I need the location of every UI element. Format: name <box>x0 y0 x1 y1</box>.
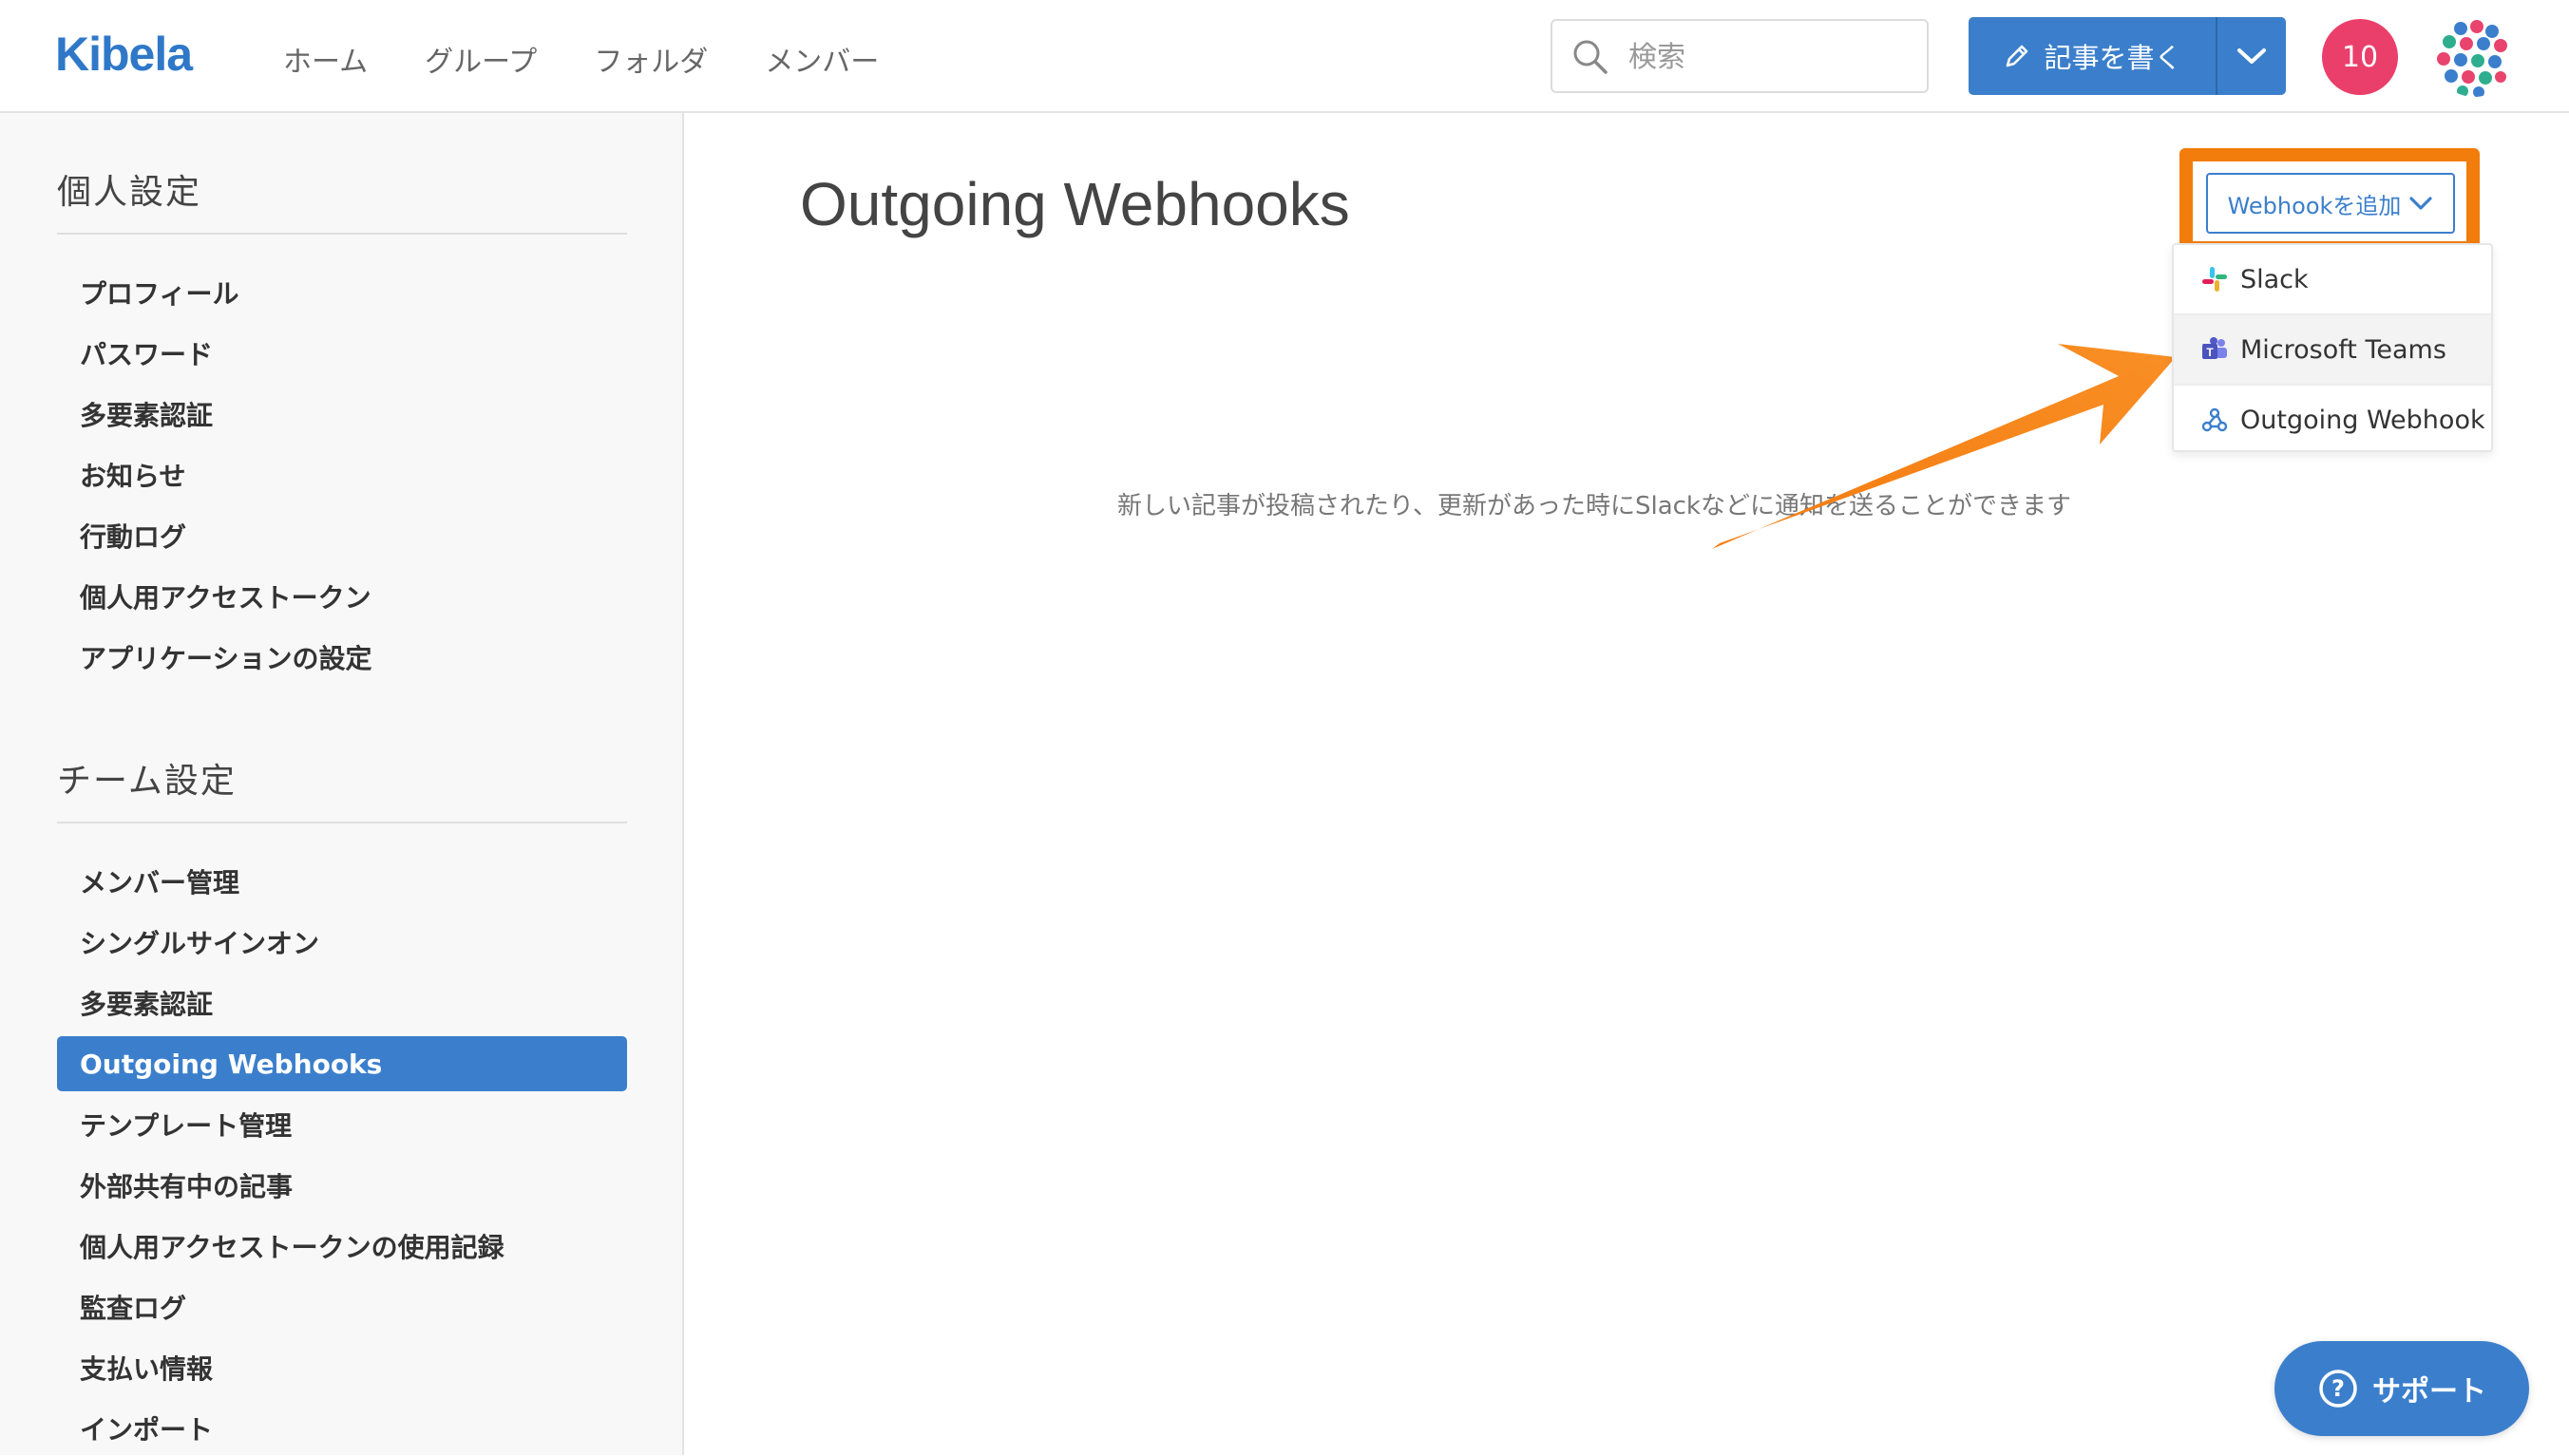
team-avatar-icon <box>2434 17 2514 97</box>
microsoft-teams-icon: T <box>2202 337 2227 359</box>
sidebar-item-app-settings[interactable]: アプリケーションの設定 <box>57 630 627 685</box>
sidebar-item-access-tokens[interactable]: 個人用アクセストークン <box>57 569 627 624</box>
write-article-button[interactable]: 記事を書く <box>1969 17 2216 95</box>
svg-text:T: T <box>2206 346 2214 359</box>
dropdown-item-label: Slack <box>2240 264 2309 294</box>
sidebar-item-import[interactable]: インポート <box>57 1401 627 1456</box>
sidebar-item-activity-log[interactable]: 行動ログ <box>57 508 627 563</box>
dropdown-item-label: Outgoing Webhook <box>2240 405 2485 435</box>
search-icon <box>1573 40 1608 74</box>
write-article-label: 記事を書く <box>2044 42 2182 74</box>
chevron-down-icon <box>2409 197 2433 210</box>
svg-text:?: ? <box>2331 1375 2345 1402</box>
webhook-icon <box>2201 407 2228 432</box>
dropdown-item-outgoing-webhook[interactable]: Outgoing Webhook <box>2174 386 2491 454</box>
search-input[interactable] <box>1627 34 1915 80</box>
page-title: Outgoing Webhooks <box>800 170 1350 238</box>
nav-members[interactable]: メンバー <box>765 38 879 80</box>
support-button[interactable]: ? サポート <box>2274 1341 2529 1436</box>
add-webhook-button[interactable]: Webhookを追加 <box>2206 173 2455 234</box>
nav-folders[interactable]: フォルダ <box>594 38 708 80</box>
nav-groups[interactable]: グループ <box>425 38 537 80</box>
sidebar-item-password[interactable]: パスワード <box>57 326 627 381</box>
write-options-toggle[interactable] <box>2216 17 2286 95</box>
main-nav: ホーム グループ フォルダ メンバー <box>283 38 879 80</box>
sidebar-item-personal-mfa[interactable]: 多要素認証 <box>57 387 627 442</box>
avatar[interactable] <box>2434 17 2514 97</box>
dropdown-item-slack[interactable]: Slack <box>2174 245 2491 313</box>
sidebar-item-member-management[interactable]: メンバー管理 <box>57 854 627 909</box>
pencil-icon <box>2007 45 2028 67</box>
sidebar-item-templates[interactable]: テンプレート管理 <box>57 1097 627 1152</box>
slack-icon <box>2202 267 2227 292</box>
chevron-down-icon <box>2237 48 2266 64</box>
personal-settings-title: 個人設定 <box>57 173 202 212</box>
sidebar-item-shared-articles[interactable]: 外部共有中の記事 <box>57 1158 627 1213</box>
sidebar-item-team-mfa[interactable]: 多要素認証 <box>57 975 627 1031</box>
team-settings-title: チーム設定 <box>57 762 237 801</box>
annotation-arrow-icon <box>1712 344 2176 549</box>
divider <box>57 233 627 235</box>
webhook-type-dropdown: Slack T Microsoft Teams Outgoing Webhook <box>2172 243 2493 452</box>
sidebar-item-sso[interactable]: シングルサインオン <box>57 915 627 970</box>
top-bar: Kibela ホーム グループ フォルダ メンバー 記事を書く 10 <box>0 0 2569 113</box>
sidebar-item-billing[interactable]: 支払い情報 <box>57 1340 627 1395</box>
notification-badge[interactable]: 10 <box>2322 19 2398 95</box>
add-webhook-label: Webhookを追加 <box>2227 192 2402 219</box>
sidebar-item-outgoing-webhooks[interactable]: Outgoing Webhooks <box>57 1036 627 1091</box>
sidebar-item-token-usage[interactable]: 個人用アクセストークンの使用記録 <box>57 1219 627 1274</box>
help-icon: ? <box>2319 1370 2357 1408</box>
search-box[interactable] <box>1551 19 1929 93</box>
dropdown-item-microsoft-teams[interactable]: T Microsoft Teams <box>2174 315 2491 384</box>
nav-home[interactable]: ホーム <box>283 38 368 80</box>
dropdown-item-label: Microsoft Teams <box>2240 334 2446 365</box>
divider <box>57 822 627 823</box>
sidebar-item-notifications[interactable]: お知らせ <box>57 447 627 502</box>
sidebar-item-audit-log[interactable]: 監査ログ <box>57 1279 627 1334</box>
kibela-logo[interactable]: Kibela <box>55 27 193 82</box>
sidebar-item-profile[interactable]: プロフィール <box>57 265 627 320</box>
settings-sidebar: 個人設定 プロフィール パスワード 多要素認証 お知らせ 行動ログ 個人用アクセ… <box>0 113 684 1455</box>
support-label: サポート <box>2372 1375 2486 1409</box>
